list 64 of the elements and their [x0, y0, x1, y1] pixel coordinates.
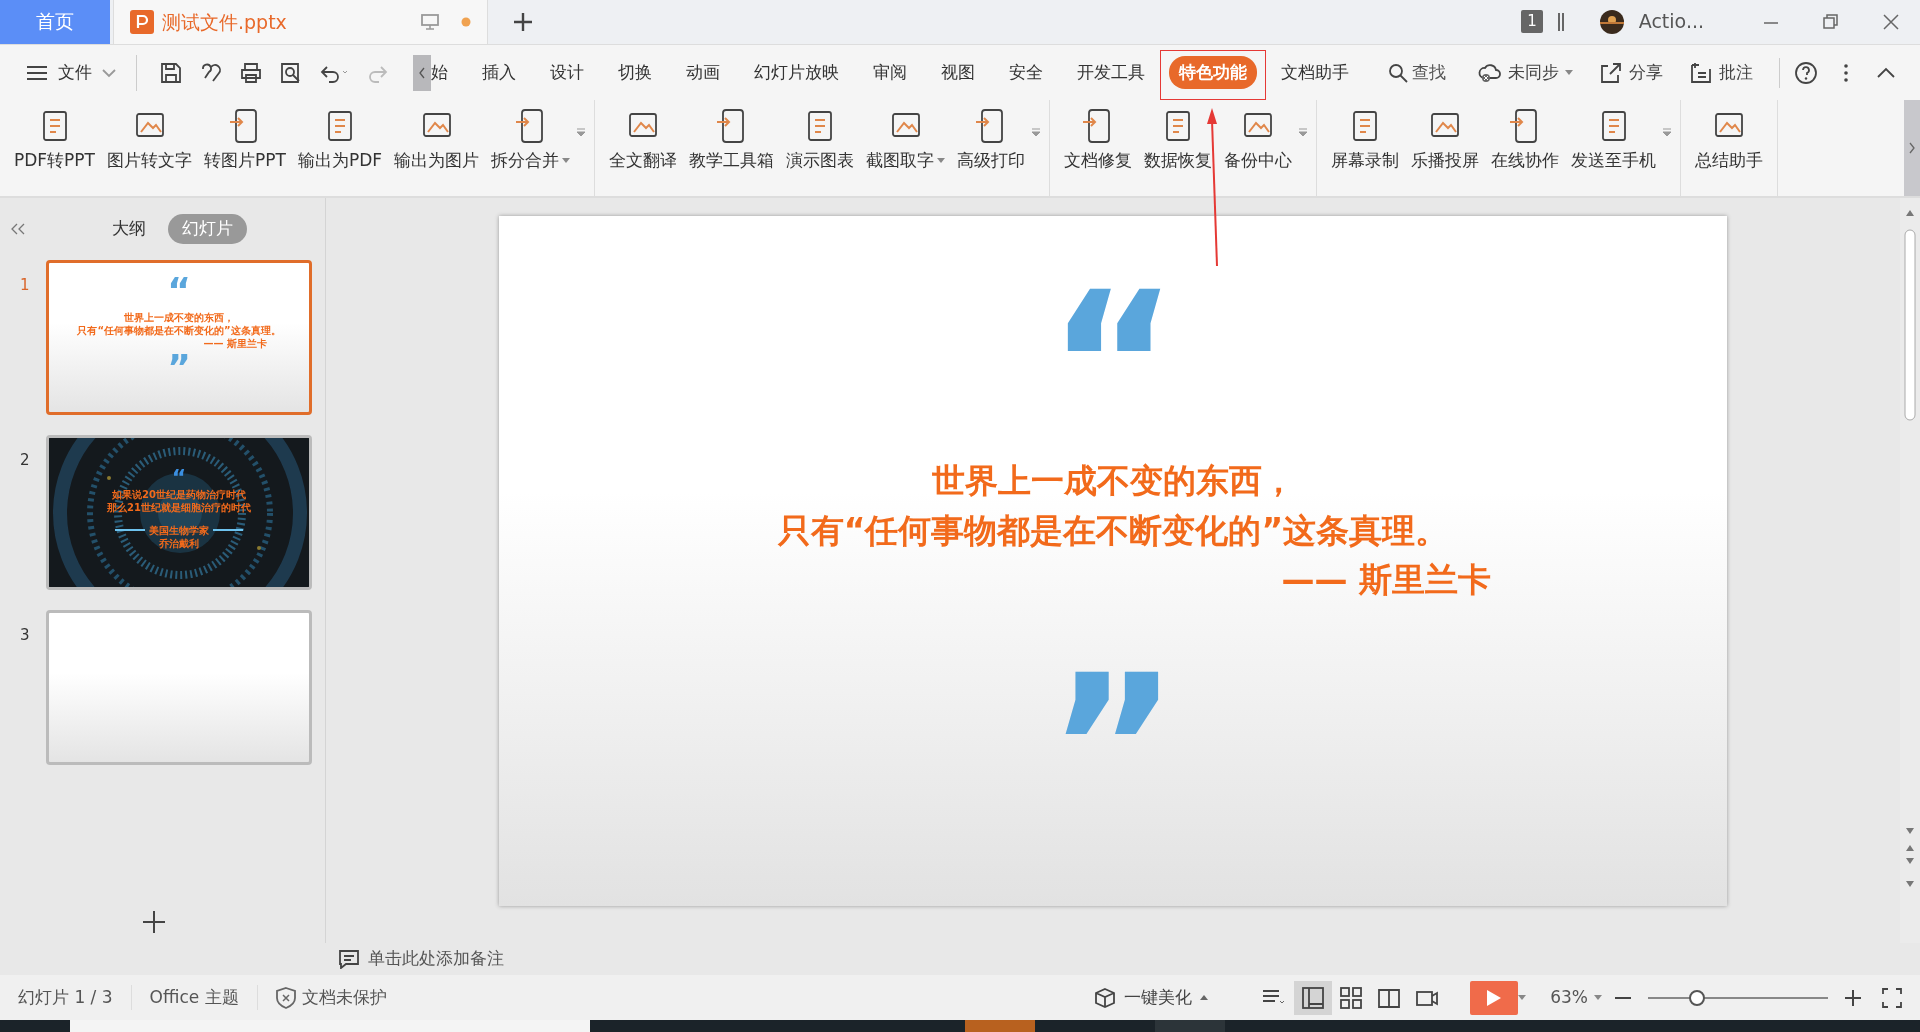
- slide-author: —— 斯里兰卡: [203, 337, 267, 351]
- notes-field[interactable]: 单击此处添加备注: [332, 946, 510, 972]
- tool-button[interactable]: 总结助手: [1689, 104, 1770, 176]
- slide-text: 世界上一成不变的东西，: [931, 460, 1295, 502]
- tool-button[interactable]: 数据恢复: [1138, 104, 1219, 176]
- slide-counter: 幻灯片 1 / 3: [0, 984, 132, 1011]
- slide-number: 1: [20, 275, 31, 296]
- tool-button[interactable]: 图片转文字: [101, 104, 198, 176]
- tab-title: 测试文件.pptx: [162, 9, 287, 35]
- menu-tab[interactable]: 动画: [676, 55, 730, 90]
- menu-tab[interactable]: 切换: [608, 55, 662, 90]
- protection-button[interactable]: 文档未保护: [257, 984, 405, 1011]
- window-count: 1: [1521, 10, 1543, 33]
- slide-thumbnail[interactable]: “ 如果说20世纪是药物治疗时代 那么21世纪就是细胞治疗的时代 美国生物学家 乔治戴利: [46, 435, 312, 590]
- tool-button[interactable]: 全文翻译: [603, 104, 684, 176]
- menu-tab[interactable]: 安全: [999, 55, 1053, 90]
- menu-tab[interactable]: 审阅: [863, 55, 917, 90]
- zoom-dropdown[interactable]: 63%: [1544, 984, 1608, 1011]
- tool-button[interactable]: 截图取字: [860, 104, 952, 176]
- quote-mark: ”: [167, 352, 191, 385]
- menu-tab[interactable]: 插入: [472, 55, 526, 90]
- slide-text: 乔治戴利: [159, 536, 199, 550]
- share-button[interactable]: 分享: [1593, 59, 1669, 86]
- slide-number: 3: [20, 625, 31, 646]
- sync-button[interactable]: 未同步: [1472, 59, 1579, 86]
- tool-button[interactable]: 在线协作: [1485, 104, 1566, 176]
- comment-button[interactable]: 批注: [1683, 59, 1759, 86]
- slide-text: 只有“任何事物都是在不断变化的”这条真理。: [77, 324, 281, 338]
- slide-text: 那么21世纪就是细胞治疗的时代: [107, 500, 251, 514]
- tool-button[interactable]: 教学工具箱: [683, 104, 781, 176]
- tool-button[interactable]: 备份中心: [1218, 104, 1299, 176]
- slide-text: 世界上一成不变的东西，: [124, 311, 234, 325]
- quote-mark: ”: [1047, 648, 1179, 769]
- tool-button[interactable]: 屏幕录制: [1325, 104, 1406, 176]
- tool-button[interactable]: 乐播投屏: [1405, 104, 1486, 176]
- tool-button[interactable]: 输出为图片: [388, 104, 486, 176]
- quote-mark: “: [171, 468, 187, 488]
- slide-text: 只有“任何事物都是在不断变化的”这条真理。: [777, 509, 1449, 552]
- menu-tab[interactable]: 开发工具: [1067, 55, 1155, 90]
- menu-tab[interactable]: 视图: [931, 55, 985, 90]
- quote-mark: “: [167, 275, 191, 308]
- tool-button[interactable]: 发送至手机: [1565, 104, 1663, 176]
- tool-button[interactable]: 输出为PDF: [291, 104, 389, 176]
- slide-author: —— 斯里兰卡: [1281, 559, 1491, 601]
- slide-number: 2: [20, 450, 31, 471]
- tool-button[interactable]: 拆分合并: [485, 104, 577, 176]
- slide-text: 如果说20世纪是药物治疗时代: [112, 487, 246, 501]
- user-name[interactable]: Actio...: [1638, 7, 1704, 36]
- menu-tab[interactable]: 始: [431, 55, 458, 90]
- menu-tab[interactable]: 设计: [540, 55, 594, 90]
- file-menu[interactable]: 文件: [20, 59, 122, 86]
- theme-name[interactable]: Office 主题: [131, 984, 258, 1011]
- tool-button[interactable]: 演示图表: [780, 104, 861, 176]
- quote-mark: “: [1047, 266, 1179, 386]
- search-button[interactable]: 查找: [1382, 59, 1452, 86]
- menu-tab[interactable]: 幻灯片放映: [744, 55, 849, 90]
- tool-button[interactable]: 转图片PPT: [198, 104, 292, 176]
- menu-tab[interactable]: 文档助手: [1271, 55, 1359, 90]
- slide-text: 美国生物学家: [149, 523, 209, 537]
- beautify-button[interactable]: 一键美化: [1088, 984, 1215, 1011]
- tool-button[interactable]: 高级打印: [951, 104, 1032, 176]
- panel-tab[interactable]: 大纲: [98, 214, 160, 244]
- tool-button[interactable]: 文档修复: [1058, 104, 1139, 176]
- tool-button[interactable]: PDF转PPT: [8, 104, 101, 176]
